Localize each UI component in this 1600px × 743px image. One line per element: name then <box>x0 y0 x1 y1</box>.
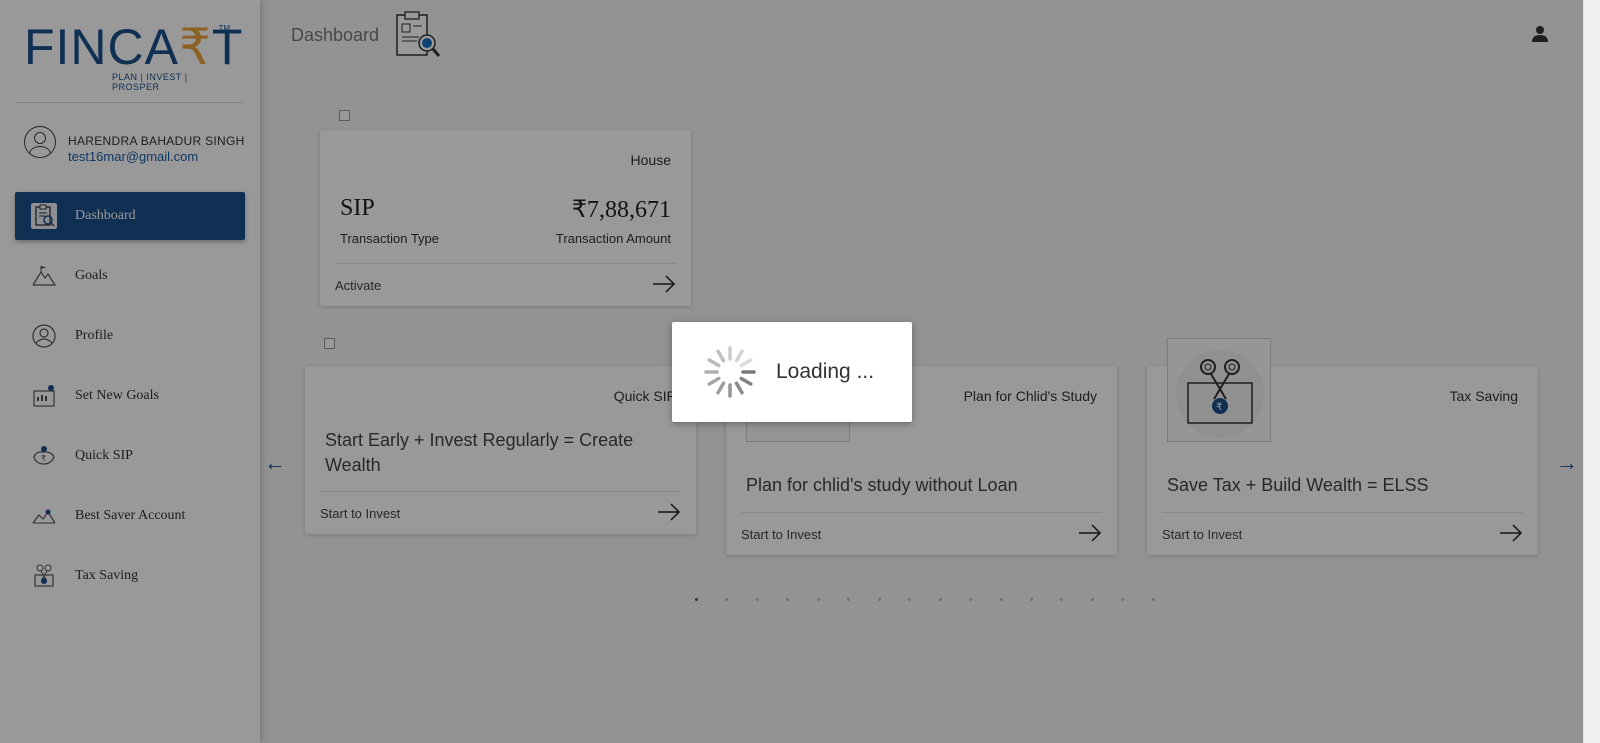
spinner-icon <box>704 346 756 398</box>
spinner-tick <box>707 376 721 386</box>
spinner-tick <box>716 381 726 395</box>
loading-overlay: Loading ... <box>0 0 1600 743</box>
spinner-tick <box>739 358 753 368</box>
spinner-tick <box>734 349 744 363</box>
spinner-tick <box>707 358 721 368</box>
spinner-tick <box>739 376 753 386</box>
page-scrollbar[interactable] <box>1583 0 1600 743</box>
spinner-tick <box>716 349 726 363</box>
loading-dialog: Loading ... <box>672 322 912 422</box>
spinner-tick <box>734 381 744 395</box>
loading-text: Loading ... <box>776 360 875 383</box>
